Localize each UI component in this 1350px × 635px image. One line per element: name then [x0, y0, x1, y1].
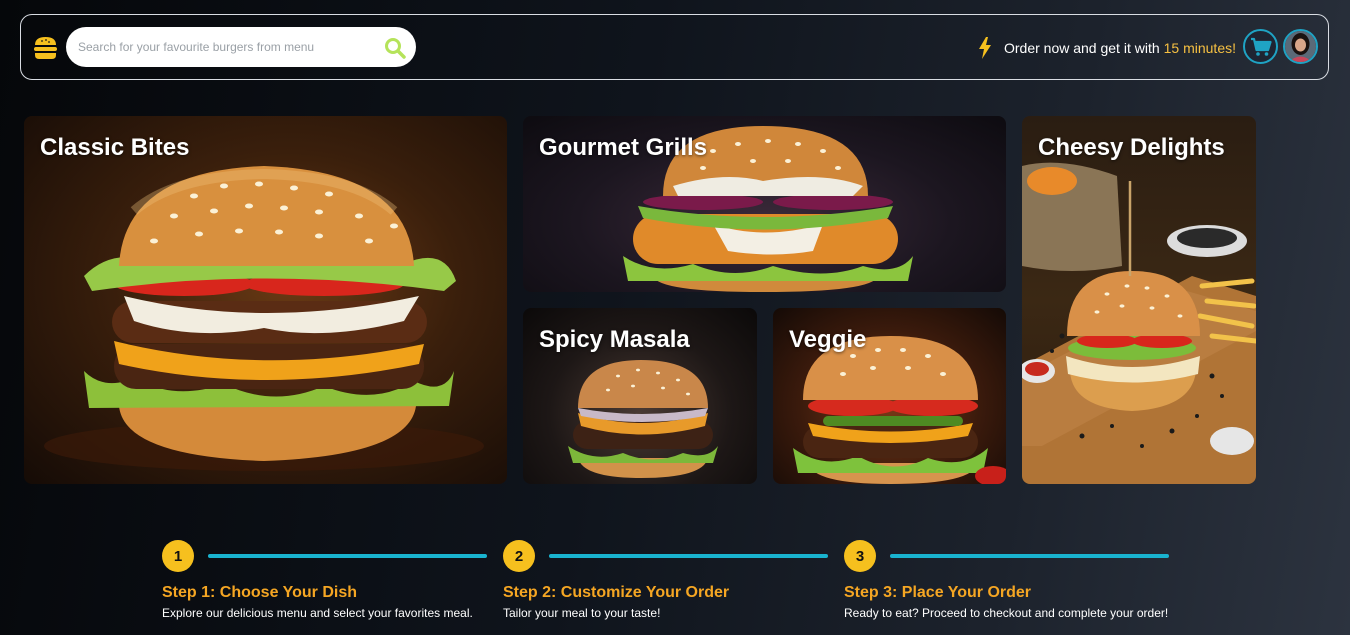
step-place-order: 3 Step 3: Place Your Order Ready to eat?… [844, 540, 1174, 630]
category-title: Gourmet Grills [539, 134, 708, 161]
category-card-gourmet-grills[interactable]: Gourmet Grills [523, 116, 1006, 292]
top-navbar: Order now and get it with 15 minutes! [20, 14, 1329, 80]
cart-button[interactable] [1243, 29, 1278, 64]
step-number-badge: 2 [503, 540, 535, 572]
step-customize-order: 2 Step 2: Customize Your Order Tailor yo… [503, 540, 833, 630]
step-title: Step 2: Customize Your Order [503, 584, 730, 601]
category-card-cheesy-delights[interactable]: Cheesy Delights [1022, 116, 1256, 484]
search-bar [66, 27, 416, 67]
step-progress-line [890, 554, 1169, 558]
category-card-spicy-masala[interactable]: Spicy Masala [523, 308, 757, 484]
category-title: Classic Bites [40, 134, 190, 161]
step-choose-dish: 1 Step 1: Choose Your Dish Explore our d… [162, 540, 492, 630]
burger-logo-icon[interactable] [33, 36, 58, 60]
step-number-badge: 1 [162, 540, 194, 572]
step-description: Ready to eat? Proceed to checkout and co… [844, 606, 1169, 620]
promo-highlight: 15 minutes! [1163, 40, 1236, 56]
step-description: Tailor your meal to your taste! [503, 606, 661, 620]
cart-icon [1250, 37, 1272, 56]
step-progress-line [549, 554, 828, 558]
search-input[interactable] [78, 27, 378, 67]
user-avatar[interactable] [1283, 29, 1318, 64]
category-card-veggie[interactable]: Veggie [773, 308, 1006, 484]
promo-text: Order now and get it with [1003, 40, 1160, 56]
delivery-promo: Order now and get it with 15 minutes! [978, 37, 1236, 59]
step-progress-line [208, 554, 487, 558]
category-title: Veggie [789, 326, 867, 353]
category-title: Spicy Masala [539, 326, 690, 353]
step-title: Step 3: Place Your Order [844, 584, 1032, 601]
search-icon[interactable] [384, 37, 406, 59]
step-description: Explore our delicious menu and select yo… [162, 606, 473, 620]
category-title: Cheesy Delights [1038, 134, 1225, 161]
category-card-classic-bites[interactable]: Classic Bites [24, 116, 507, 484]
cheesy-burger-image [1022, 162, 1256, 484]
lightning-bolt-icon [978, 37, 991, 59]
step-title: Step 1: Choose Your Dish [162, 584, 357, 601]
classic-burger-image [44, 166, 484, 471]
user-avatar-image [1285, 31, 1316, 62]
step-number-badge: 3 [844, 540, 876, 572]
